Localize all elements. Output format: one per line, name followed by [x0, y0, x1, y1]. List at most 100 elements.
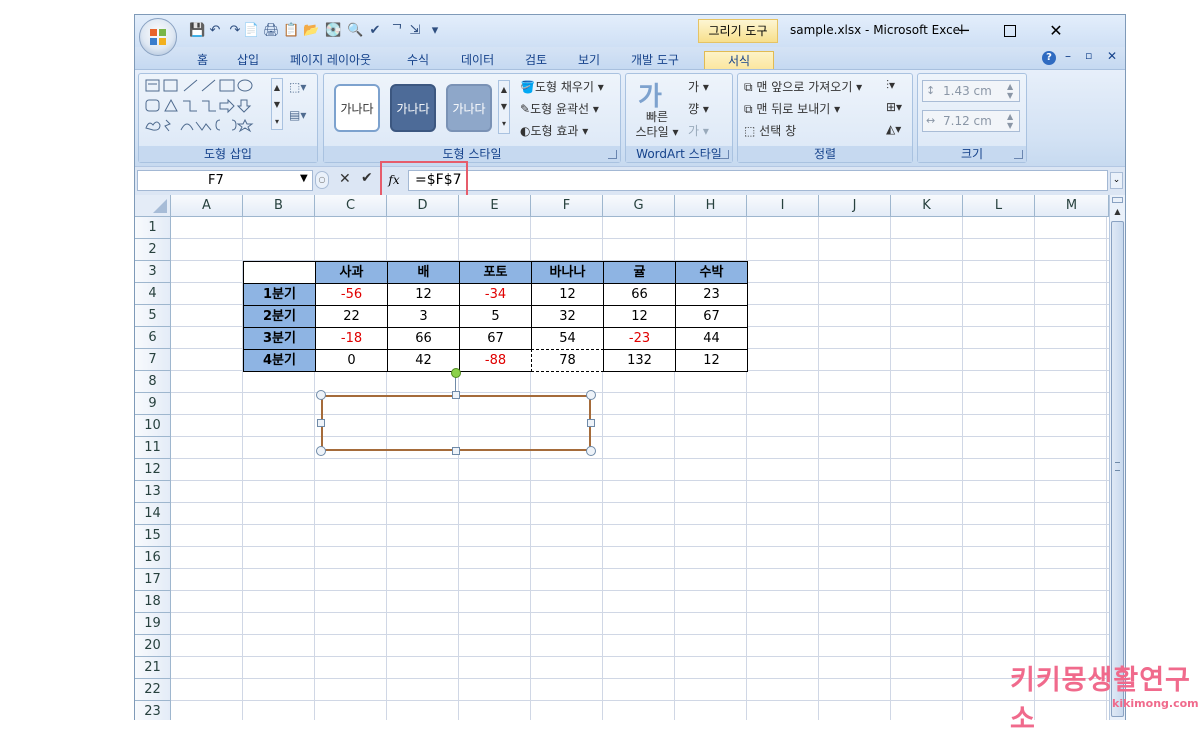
tab-review[interactable]: 검토: [525, 51, 547, 69]
table-header-cell[interactable]: 수박: [675, 261, 748, 284]
table-cell[interactable]: 66: [603, 283, 676, 306]
resize-handle-r[interactable]: [587, 419, 595, 427]
row-header-13[interactable]: 13: [135, 481, 171, 503]
row-header-10[interactable]: 10: [135, 415, 171, 437]
row-header-2[interactable]: 2: [135, 239, 171, 261]
resize-handle-bl[interactable]: [316, 446, 326, 456]
column-header-I[interactable]: I: [747, 195, 819, 217]
row-header-14[interactable]: 14: [135, 503, 171, 525]
send-to-back-button[interactable]: ⧉ 맨 뒤로 보내기 ▾: [744, 100, 840, 117]
resize-handle-br[interactable]: [586, 446, 596, 456]
table-cell[interactable]: 0: [315, 349, 388, 372]
quick-access-icon-4[interactable]: 🖨: [263, 23, 280, 39]
shape-styles-launcher-icon[interactable]: [608, 150, 617, 159]
column-header-G[interactable]: G: [603, 195, 675, 217]
shape-gallery[interactable]: [144, 78, 274, 134]
shape-effect-button[interactable]: ◐도형 효과 ▾: [520, 122, 588, 139]
row-header-6[interactable]: 6: [135, 327, 171, 349]
table-cell[interactable]: 44: [675, 327, 748, 350]
row-header-12[interactable]: 12: [135, 459, 171, 481]
shape-style-sample-2[interactable]: 가나다: [390, 84, 436, 132]
table-cell[interactable]: 5: [459, 305, 532, 328]
width-spinner[interactable]: ▲ ▼: [1007, 112, 1013, 130]
row-header-22[interactable]: 22: [135, 679, 171, 701]
scroll-thumb[interactable]: [1111, 221, 1124, 717]
column-header-F[interactable]: F: [531, 195, 603, 217]
row-header-8[interactable]: 8: [135, 371, 171, 393]
group-objects-icon[interactable]: ⊞▾: [886, 100, 902, 114]
rotate-icon[interactable]: ◭▾: [886, 122, 901, 136]
table-cell[interactable]: 22: [315, 305, 388, 328]
tab-developer[interactable]: 개발 도구: [631, 51, 679, 69]
row-header-11[interactable]: 11: [135, 437, 171, 459]
column-header-J[interactable]: J: [819, 195, 891, 217]
row-header-19[interactable]: 19: [135, 613, 171, 635]
text-outline-icon[interactable]: 꺙 ▾: [688, 100, 709, 117]
column-header-D[interactable]: D: [387, 195, 459, 217]
shape-gallery-scroll[interactable]: ▲ ▼ ▾: [271, 78, 283, 130]
size-launcher-icon[interactable]: [1014, 150, 1023, 159]
ribbon-minimize-icon[interactable]: –: [1065, 49, 1071, 63]
resize-handle-tl[interactable]: [316, 390, 326, 400]
quick-access-icon-8[interactable]: 🔍: [347, 23, 363, 39]
table-cell[interactable]: 12: [675, 349, 748, 372]
tab-page-layout[interactable]: 페이지 레이아웃: [290, 51, 371, 69]
quick-access-icon-1[interactable]: ↶: [207, 23, 223, 39]
table-cell[interactable]: 66: [387, 327, 460, 350]
table-cell[interactable]: 132: [603, 349, 676, 372]
shape-style-sample-1[interactable]: 가나다: [334, 84, 380, 132]
row-header-4[interactable]: 4: [135, 283, 171, 305]
maximize-button[interactable]: [987, 15, 1033, 47]
worksheet-grid[interactable]: ABCDEFGHIJKLM 1 2 3 4 5 6 7 8 9 10 11 12 13 14 15 16 17 1…: [135, 195, 1125, 720]
shape-fill-button[interactable]: 🪣도형 채우기 ▾: [520, 78, 604, 95]
row-header-1[interactable]: 1: [135, 217, 171, 239]
minimize-button[interactable]: ─: [941, 15, 987, 47]
quick-access-icon-10[interactable]: ᄀ: [389, 23, 405, 39]
table-cell[interactable]: 12: [603, 305, 676, 328]
wordart-launcher-icon[interactable]: [720, 150, 729, 159]
table-cell[interactable]: 42: [387, 349, 460, 372]
quick-access-icon-6[interactable]: 📂: [303, 23, 319, 39]
table-header-cell[interactable]: 배: [387, 261, 460, 284]
office-button[interactable]: [139, 18, 177, 56]
scroll-up-icon[interactable]: ▲: [1111, 205, 1124, 219]
textbox-insert-icon[interactable]: ▤▾: [289, 108, 306, 122]
text-effect-icon[interactable]: 가 ▾: [688, 122, 709, 139]
column-header-E[interactable]: E: [459, 195, 531, 217]
table-header-cell[interactable]: 사과: [315, 261, 388, 284]
shape-style-scroll[interactable]: ▲ ▼ ▾: [498, 80, 510, 134]
formula-bar-splitter-icon[interactable]: ○: [315, 171, 329, 189]
table-cell[interactable]: 54: [531, 327, 604, 350]
resize-handle-b[interactable]: [452, 447, 460, 455]
table-cell[interactable]: 12: [531, 283, 604, 306]
tab-formulas[interactable]: 수식: [407, 51, 429, 69]
column-header-L[interactable]: L: [963, 195, 1035, 217]
table-header-cell[interactable]: 귤: [603, 261, 676, 284]
table-cell[interactable]: 67: [459, 327, 532, 350]
table-cell[interactable]: -18: [315, 327, 388, 350]
table-row-label[interactable]: 4분기: [243, 349, 316, 372]
table-cell[interactable]: 3: [387, 305, 460, 328]
tab-view[interactable]: 보기: [578, 51, 600, 69]
table-cell-copied[interactable]: 78: [531, 349, 604, 372]
column-header-M[interactable]: M: [1035, 195, 1109, 217]
table-cell[interactable]: 12: [387, 283, 460, 306]
table-cell[interactable]: -88: [459, 349, 532, 372]
select-all-corner[interactable]: [135, 195, 171, 217]
close-button[interactable]: ✕: [1033, 15, 1079, 47]
column-header-H[interactable]: H: [675, 195, 747, 217]
table-cell[interactable]: -34: [459, 283, 532, 306]
tab-data[interactable]: 데이터: [461, 51, 494, 69]
quick-access-icon-3[interactable]: 📄: [243, 23, 259, 39]
align-icon[interactable]: ⫶▾: [886, 78, 895, 93]
quick-styles-button[interactable]: 빠른 스타일 ▾: [634, 110, 680, 140]
shape-outline-button[interactable]: ✎도형 윤곽선 ▾: [520, 100, 599, 117]
column-header-K[interactable]: K: [891, 195, 963, 217]
selected-textbox-shape[interactable]: [321, 395, 591, 451]
row-header-15[interactable]: 15: [135, 525, 171, 547]
row-header-16[interactable]: 16: [135, 547, 171, 569]
table-header-cell[interactable]: 포토: [459, 261, 532, 284]
table-cell[interactable]: 67: [675, 305, 748, 328]
edit-shape-icon[interactable]: ⬚▾: [289, 80, 306, 94]
column-header-B[interactable]: B: [243, 195, 315, 217]
